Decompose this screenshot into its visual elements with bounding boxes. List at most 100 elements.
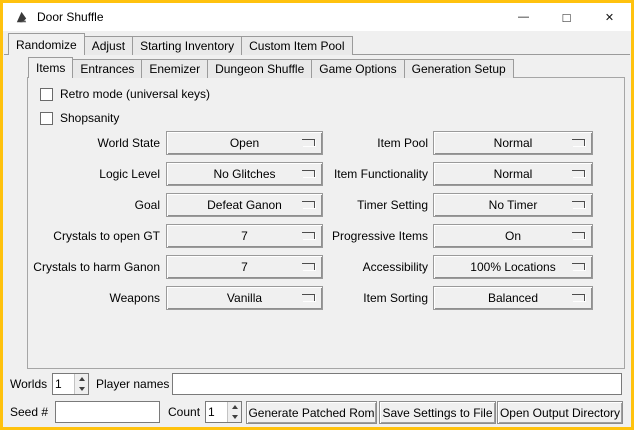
spin-up-icon[interactable] — [75, 374, 88, 384]
crystals-ganon-dropdown[interactable]: 7 — [166, 255, 323, 279]
tab-label: Items — [36, 61, 65, 75]
menu-indicator-icon — [572, 170, 585, 177]
count-input[interactable] — [206, 402, 227, 422]
timer-setting-label: Timer Setting — [320, 193, 428, 217]
window-controls: — □ ✕ — [502, 3, 631, 31]
worlds-input[interactable] — [53, 374, 74, 394]
item-sorting-label: Item Sorting — [320, 286, 428, 310]
dropdown-value: No Glitches — [213, 167, 275, 181]
retro-mode-checkbox-row[interactable]: Retro mode (universal keys) — [40, 86, 210, 102]
dropdown-value: 100% Locations — [470, 260, 555, 274]
button-label: Save Settings to File — [382, 406, 492, 420]
worlds-spinner-buttons — [74, 374, 88, 394]
dropdown-value: Defeat Ganon — [207, 198, 282, 212]
item-pool-label: Item Pool — [320, 131, 428, 155]
menu-indicator-icon — [572, 232, 585, 239]
world-state-dropdown[interactable]: Open — [166, 131, 323, 155]
menu-indicator-icon — [302, 294, 315, 301]
tab-label: Dungeon Shuffle — [215, 62, 304, 76]
menu-indicator-icon — [302, 201, 315, 208]
retro-mode-checkbox[interactable] — [40, 88, 53, 101]
tab-dungeon-shuffle[interactable]: Dungeon Shuffle — [207, 59, 312, 78]
close-icon: ✕ — [605, 11, 614, 24]
menu-indicator-icon — [302, 139, 315, 146]
count-spinner-buttons — [227, 402, 241, 422]
item-functionality-label: Item Functionality — [320, 162, 428, 186]
weapons-label: Weapons — [20, 286, 160, 310]
progressive-items-label: Progressive Items — [320, 224, 428, 248]
goal-dropdown[interactable]: Defeat Ganon — [166, 193, 323, 217]
spin-down-icon[interactable] — [228, 412, 241, 422]
close-button[interactable]: ✕ — [588, 3, 631, 31]
minimize-button[interactable]: — — [502, 3, 545, 31]
accessibility-label: Accessibility — [320, 255, 428, 279]
seed-label: Seed # — [10, 401, 48, 423]
dropdown-value: 7 — [241, 260, 248, 274]
tab-enemizer[interactable]: Enemizer — [141, 59, 208, 78]
menu-indicator-icon — [572, 139, 585, 146]
worlds-spinner[interactable] — [52, 373, 89, 395]
generate-patched-rom-button[interactable]: Generate Patched Rom — [246, 401, 377, 424]
tab-custom-item-pool[interactable]: Custom Item Pool — [241, 36, 352, 55]
tab-entrances[interactable]: Entrances — [72, 59, 142, 78]
player-names-input[interactable] — [172, 373, 622, 395]
window-title: Door Shuffle — [37, 3, 104, 31]
logic-level-label: Logic Level — [20, 162, 160, 186]
tab-generation-setup[interactable]: Generation Setup — [404, 59, 514, 78]
item-functionality-dropdown[interactable]: Normal — [433, 162, 593, 186]
count-spinner[interactable] — [205, 401, 242, 423]
dropdown-value: No Timer — [489, 198, 538, 212]
tab-randomize[interactable]: Randomize — [8, 33, 85, 55]
tab-label: Entrances — [80, 62, 134, 76]
weapons-dropdown[interactable]: Vanilla — [166, 286, 323, 310]
menu-indicator-icon — [302, 232, 315, 239]
open-output-directory-button[interactable]: Open Output Directory — [497, 401, 623, 424]
dropdown-value: Vanilla — [227, 291, 262, 305]
shopsanity-label: Shopsanity — [60, 111, 119, 125]
tab-label: Game Options — [319, 62, 396, 76]
spin-down-icon[interactable] — [75, 384, 88, 394]
seed-input[interactable] — [55, 401, 160, 423]
progressive-items-dropdown[interactable]: On — [433, 224, 593, 248]
world-state-label: World State — [20, 131, 160, 155]
save-settings-button[interactable]: Save Settings to File — [379, 401, 496, 424]
crystals-gt-label: Crystals to open GT — [20, 224, 160, 248]
menu-indicator-icon — [572, 294, 585, 301]
accessibility-dropdown[interactable]: 100% Locations — [433, 255, 593, 279]
button-label: Generate Patched Rom — [248, 406, 374, 420]
logic-level-dropdown[interactable]: No Glitches — [166, 162, 323, 186]
item-sorting-dropdown[interactable]: Balanced — [433, 286, 593, 310]
dropdown-value: Open — [230, 136, 259, 150]
tab-label: Starting Inventory — [140, 39, 234, 53]
menu-indicator-icon — [302, 170, 315, 177]
goal-label: Goal — [20, 193, 160, 217]
dropdown-value: Normal — [494, 136, 533, 150]
menu-indicator-icon — [572, 201, 585, 208]
dropdown-value: On — [505, 229, 521, 243]
tab-label: Custom Item Pool — [249, 39, 344, 53]
door-shuffle-window: Door Shuffle — □ ✕ Randomize Adjust Star… — [0, 0, 634, 430]
crystals-gt-dropdown[interactable]: 7 — [166, 224, 323, 248]
inner-tab-bar: Items Entrances Enemizer Dungeon Shuffle… — [28, 57, 514, 78]
tab-items[interactable]: Items — [28, 57, 73, 78]
tab-adjust[interactable]: Adjust — [84, 36, 133, 55]
maximize-button[interactable]: □ — [545, 3, 588, 31]
title-bar[interactable]: Door Shuffle — □ ✕ — [3, 3, 631, 31]
retro-mode-label: Retro mode (universal keys) — [60, 87, 210, 101]
player-names-label: Player names — [96, 373, 169, 395]
menu-indicator-icon — [572, 263, 585, 270]
tab-starting-inventory[interactable]: Starting Inventory — [132, 36, 242, 55]
dropdown-value: Normal — [494, 167, 533, 181]
crystals-ganon-label: Crystals to harm Ganon — [20, 255, 160, 279]
item-pool-dropdown[interactable]: Normal — [433, 131, 593, 155]
tab-label: Adjust — [92, 39, 125, 53]
worlds-label: Worlds — [10, 373, 47, 395]
timer-setting-dropdown[interactable]: No Timer — [433, 193, 593, 217]
minimize-icon: — — [518, 11, 529, 23]
button-label: Open Output Directory — [500, 406, 620, 420]
shopsanity-checkbox[interactable] — [40, 112, 53, 125]
spin-up-icon[interactable] — [228, 402, 241, 412]
shopsanity-checkbox-row[interactable]: Shopsanity — [40, 110, 119, 126]
tab-game-options[interactable]: Game Options — [311, 59, 404, 78]
dropdown-value: Balanced — [488, 291, 538, 305]
